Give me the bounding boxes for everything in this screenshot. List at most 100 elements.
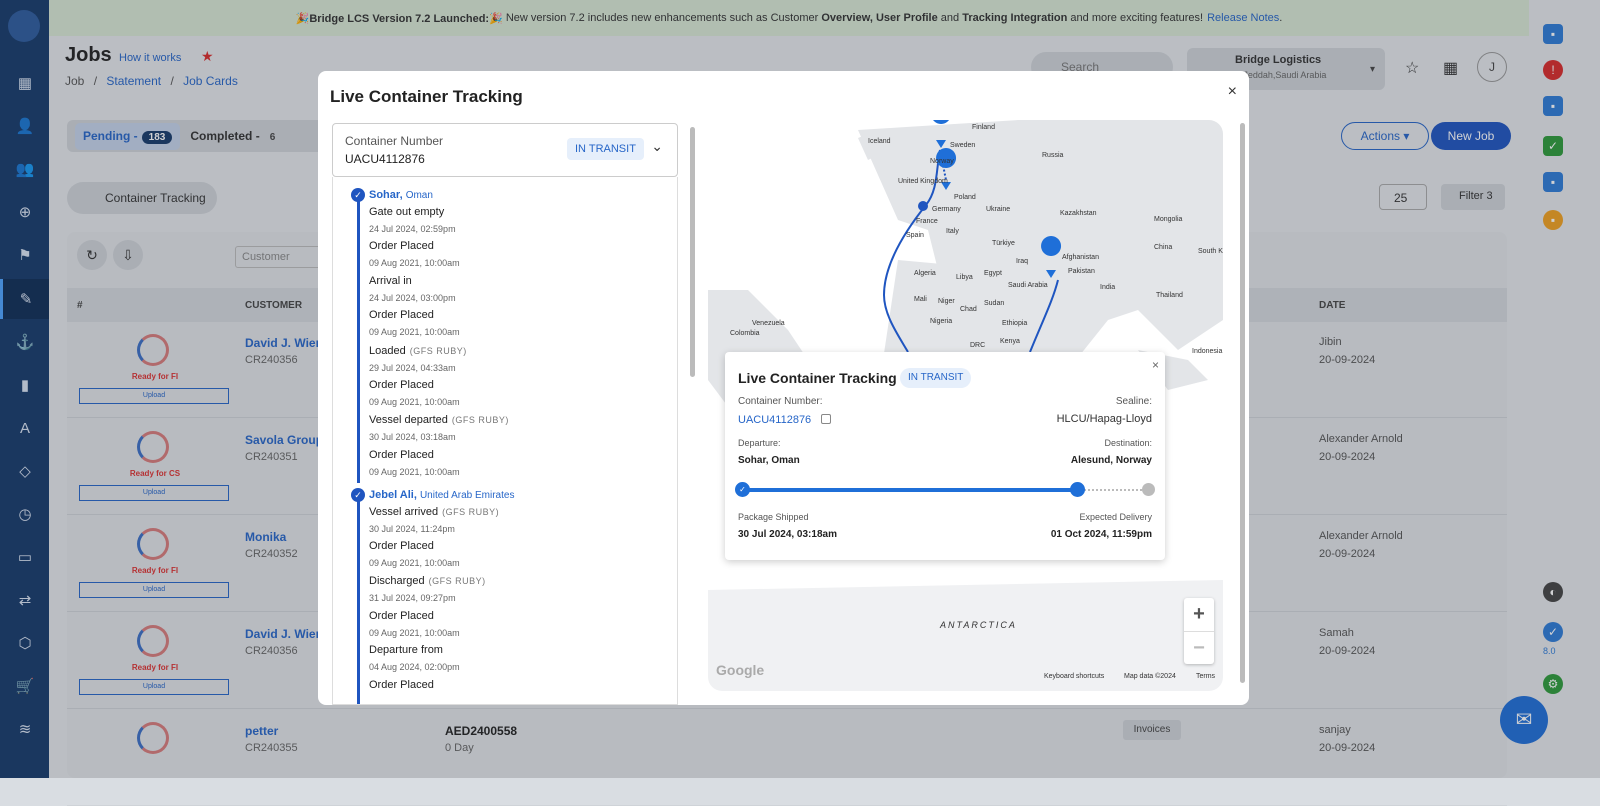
event-name: Discharged (369, 575, 425, 587)
map-label: Sudan (984, 300, 1005, 307)
vessel-name: (GFS RUBY) (409, 346, 467, 356)
event-name: Order Placed (369, 240, 434, 252)
timeline-scrollbar[interactable] (690, 127, 695, 377)
live-tracking-modal: Live Container Tracking × Container Numb… (318, 71, 1249, 705)
container-number-link[interactable]: UACU4112876 (738, 414, 811, 426)
map-label: Russia (1042, 152, 1064, 159)
close-icon[interactable]: × (1228, 83, 1237, 101)
map-label: Egypt (984, 270, 1002, 277)
map-label: Norway (930, 158, 954, 165)
map-label: DRC (970, 342, 986, 349)
map-label: Indonesia (1192, 348, 1223, 355)
map-label: Ukraine (986, 206, 1011, 213)
event-name: Loaded (369, 345, 406, 357)
popup-title: Live Container Tracking (738, 370, 897, 386)
map-label: Ethiopia (1002, 320, 1028, 327)
map-label: Iceland (868, 138, 891, 145)
container-number: UACU4112876 (345, 152, 425, 166)
copy-icon[interactable] (821, 414, 831, 424)
sealine-label: Sealine: (1115, 396, 1152, 407)
event-time: 09 Aug 2021, 10:00am (369, 558, 460, 568)
zoom-out-button[interactable]: − (1184, 631, 1214, 664)
map-label: Poland (954, 194, 976, 201)
event-time: 30 Jul 2024, 11:24pm (369, 524, 455, 534)
check-icon: ✓ (735, 482, 750, 497)
map-label: Niger (938, 298, 955, 305)
port-marker[interactable] (918, 201, 928, 211)
map-label: Nigeria (930, 318, 953, 325)
keyboard-shortcuts-link[interactable]: Keyboard shortcuts (1044, 673, 1104, 680)
modal-title: Live Container Tracking (330, 87, 523, 106)
event-time: 09 Aug 2021, 10:00am (369, 628, 460, 638)
map-label: France (916, 218, 938, 225)
timeline-location: Jebel Ali, United Arab Emirates (369, 489, 514, 501)
map-label: China (1154, 244, 1173, 251)
location-city: Sohar, (369, 189, 403, 201)
map-label: Thailand (1156, 292, 1183, 299)
map-label: Colombia (730, 330, 760, 337)
chevron-down-icon[interactable]: ⌄ (651, 138, 663, 155)
map-label: Sweden (950, 142, 976, 149)
vessel-name: (GFS RUBY) (442, 507, 500, 517)
event-name: Order Placed (369, 309, 434, 321)
event-time: 30 Jul 2024, 03:18am (369, 432, 456, 442)
event-name: Order Placed (369, 379, 434, 391)
timeline-line (357, 495, 360, 704)
timeline-event: Vessel departed (GFS RUBY) (369, 414, 509, 426)
event-name: Departure from (369, 644, 443, 656)
map-label: Libya (956, 274, 973, 281)
terms-link[interactable]: Terms (1196, 673, 1215, 680)
map-label: Finland (972, 124, 995, 131)
progress-fill (743, 488, 1077, 492)
map-label: Saudi Arabia (1008, 282, 1048, 289)
shipped-value: 30 Jul 2024, 03:18am (738, 529, 837, 540)
tracking-info-popup: Live Container Tracking IN TRANSIT × Con… (725, 352, 1165, 560)
event-time: 24 Jul 2024, 03:00pm (369, 293, 456, 303)
event-time: 09 Aug 2021, 10:00am (369, 258, 460, 268)
tracking-timeline: ✓ Sohar, Oman Gate out empty 24 Jul 2024… (332, 177, 678, 705)
event-name: Order Placed (369, 679, 434, 691)
event-name: Arrival in (369, 275, 412, 287)
vessel-name: (GFS RUBY) (428, 576, 486, 586)
shipped-label: Package Shipped (738, 512, 809, 522)
event-time: 09 Aug 2021, 10:00am (369, 327, 460, 337)
expected-value: 01 Oct 2024, 11:59pm (1050, 529, 1152, 540)
progress-remaining (1077, 489, 1145, 491)
map-label: United Kingdom (898, 178, 948, 185)
close-icon[interactable]: × (1152, 358, 1159, 372)
event-time: 24 Jul 2024, 02:59pm (369, 224, 456, 234)
event-time: 29 Jul 2024, 04:33am (369, 363, 456, 373)
map-label: South K (1198, 248, 1223, 255)
container-number-label: Container Number: (738, 396, 823, 407)
timeline-event: Discharged (GFS RUBY) (369, 575, 486, 587)
timeline-line (357, 193, 360, 483)
map-label: Pakistan (1068, 268, 1095, 275)
map-label: Türkiye (992, 240, 1015, 247)
map-label: India (1100, 284, 1116, 291)
google-logo: Google (716, 662, 765, 678)
destination-label: Destination: (1104, 438, 1152, 448)
sealine-value: HLCU/Hapag-Lloyd (1056, 413, 1152, 425)
check-icon: ✓ (351, 188, 365, 202)
destination-dot (1142, 483, 1155, 496)
container-select[interactable]: Container Number UACU4112876 IN TRANSIT … (332, 123, 678, 177)
event-time: 09 Aug 2021, 10:00am (369, 467, 460, 477)
map-panel-scrollbar[interactable] (1240, 123, 1245, 683)
zoom-control: + − (1184, 598, 1214, 664)
timeline-event: Vessel arrived (GFS RUBY) (369, 506, 499, 518)
event-name: Order Placed (369, 540, 434, 552)
zoom-in-button[interactable]: + (1184, 598, 1214, 631)
map-data-label: Map data ©2024 (1124, 673, 1176, 680)
map-label: Spain (906, 232, 924, 239)
map-label: Venezuela (752, 320, 785, 327)
map-label: Mali (914, 296, 927, 303)
timeline-location: Sohar, Oman (369, 189, 433, 201)
event-name: Vessel departed (369, 414, 448, 426)
map-label: Kazakhstan (1060, 210, 1097, 217)
shipment-progress-bar: ✓ (735, 482, 1155, 497)
departure-label: Departure: (738, 438, 781, 448)
map-label: Kenya (1000, 338, 1020, 345)
event-time: 31 Jul 2024, 09:27pm (369, 593, 456, 603)
check-icon: ✓ (351, 488, 365, 502)
location-country: Oman (405, 190, 433, 201)
